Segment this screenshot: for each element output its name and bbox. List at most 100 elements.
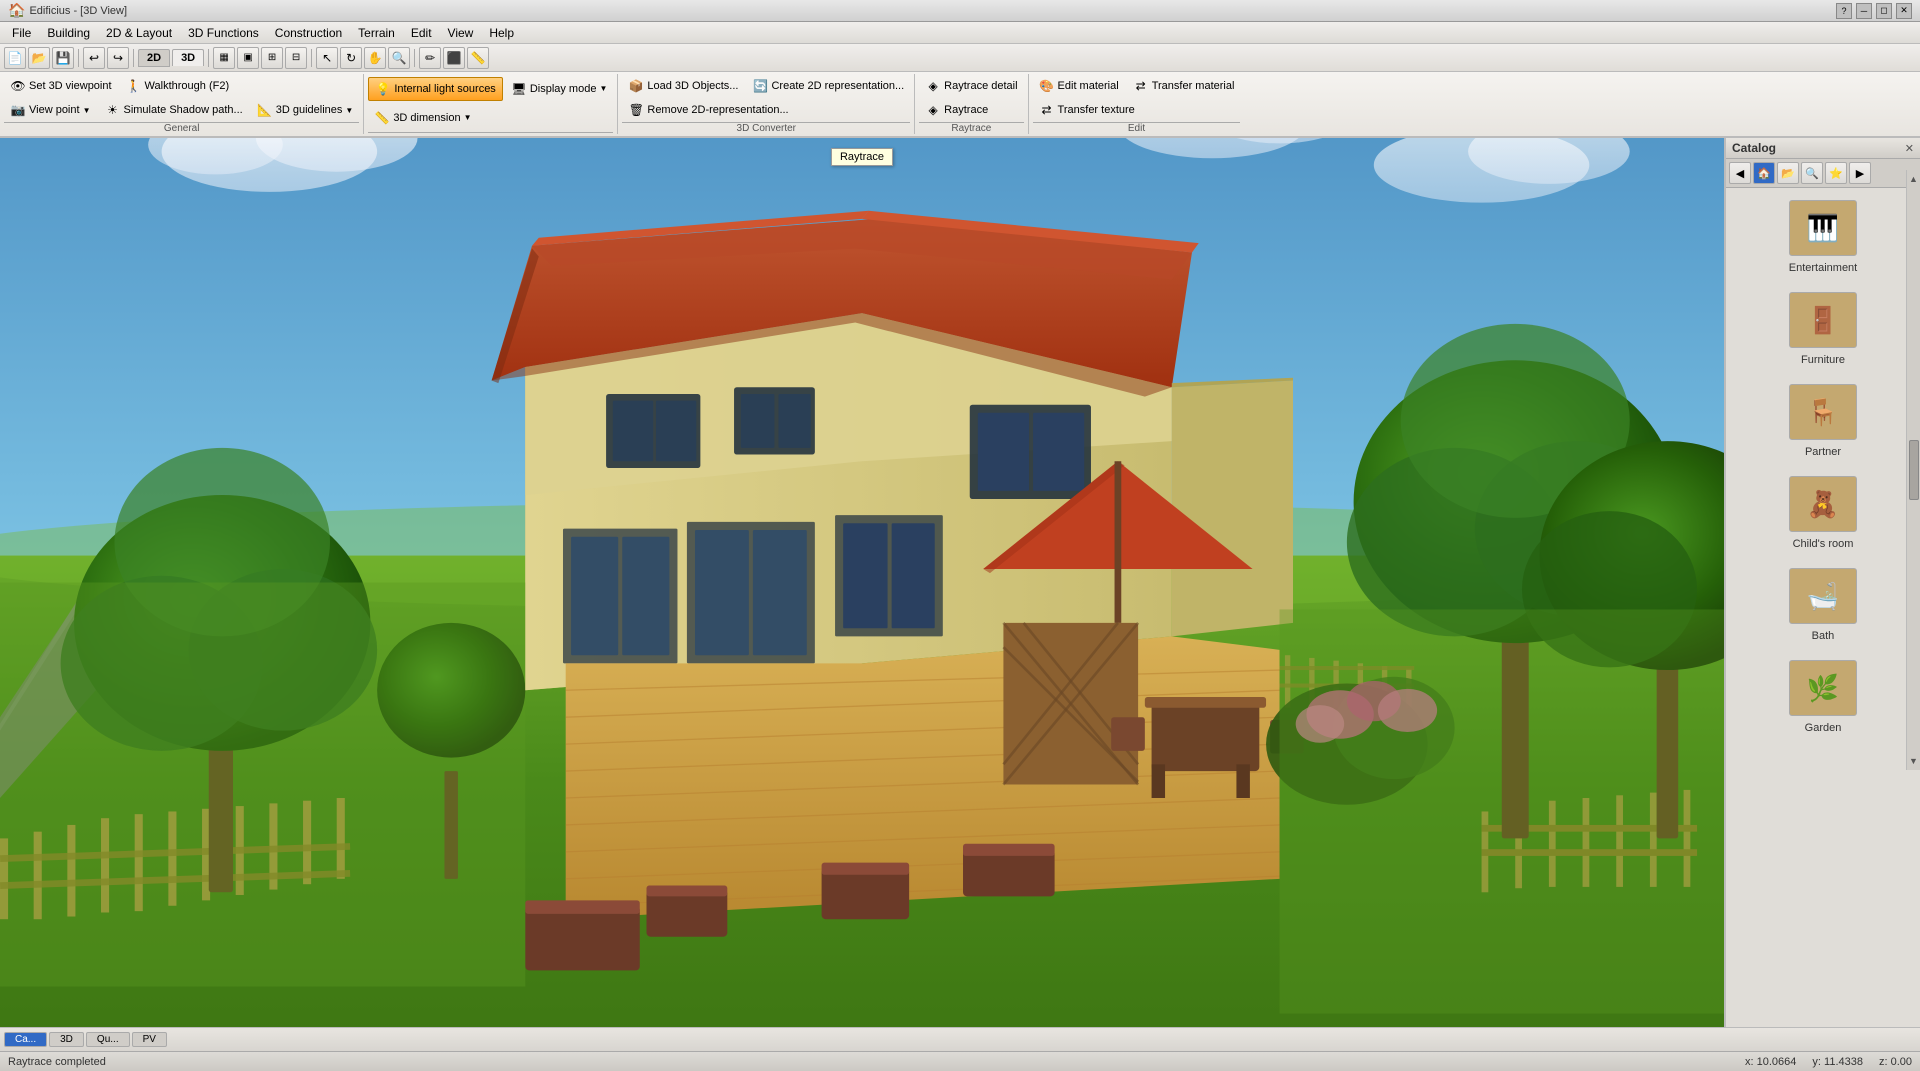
catalog-item-partner[interactable]: 🪑 Partner — [1734, 380, 1912, 462]
titlebar: 🏠 Edificius - [3D View] ? ─ ◻ ✕ — [0, 0, 1920, 22]
catalog-item-childs-room[interactable]: 🧸 Child's room — [1734, 472, 1912, 554]
measure-btn[interactable]: 📏 — [467, 47, 489, 69]
bottom-toolbar: Ca... 3D Qu... PV — [0, 1027, 1920, 1051]
titlebar-title: Edificius - [3D View] — [29, 5, 127, 17]
guidelines-icon: 📐 — [257, 102, 273, 118]
3d-guidelines-btn[interactable]: 📐 3D guidelines ▼ — [251, 98, 360, 122]
bottom-tab-pv[interactable]: PV — [132, 1032, 167, 1047]
catalog-item-bath[interactable]: 🛁 Bath — [1734, 564, 1912, 646]
catalog-back-btn[interactable]: ◀ — [1729, 162, 1751, 184]
display-icon: 🖥 — [511, 81, 527, 97]
catalog-close-icon[interactable]: ✕ — [1905, 142, 1914, 155]
view-split-btn[interactable]: ⊞ — [261, 47, 283, 69]
coord-y: y: 11.4338 — [1812, 1056, 1863, 1068]
scroll-down-arrow[interactable]: ▼ — [1907, 754, 1920, 768]
select-btn[interactable]: ↖ — [316, 47, 338, 69]
garden-label: Garden — [1805, 722, 1842, 734]
catalog-scrollbar[interactable]: ▲ ▼ — [1906, 170, 1920, 770]
help-btn[interactable]: ? — [1836, 3, 1852, 19]
3d-dimension-btn[interactable]: 📏 3D dimension ▼ — [368, 106, 477, 130]
edit-material-btn[interactable]: 🎨 Edit material — [1033, 74, 1125, 98]
transfer-texture-btn[interactable]: ⇄ Transfer texture — [1033, 98, 1141, 122]
display-mode-btn[interactable]: 🖥 Display mode ▼ — [505, 77, 614, 101]
3d-tab[interactable]: 3D — [172, 49, 204, 66]
set-3d-viewpoint-btn[interactable]: 👁 Set 3D viewpoint — [4, 74, 118, 98]
dropdown-arrow-display: ▼ — [599, 84, 607, 93]
bottom-tab-ca[interactable]: Ca... — [4, 1032, 47, 1047]
zoom-btn[interactable]: 🔍 — [388, 47, 410, 69]
pencil-btn[interactable]: ✏ — [419, 47, 441, 69]
scroll-up-arrow[interactable]: ▲ — [1907, 172, 1920, 186]
catalog-item-garden[interactable]: 🌿 Garden — [1734, 656, 1912, 738]
eraser-btn[interactable]: ⬛ — [443, 47, 465, 69]
childs-room-label: Child's room — [1793, 538, 1854, 550]
view-grid-btn[interactable]: ▦ — [213, 47, 235, 69]
menubar: File Building 2D & Layout 3D Functions C… — [0, 22, 1920, 44]
general-label: General — [4, 122, 359, 134]
edit-label: Edit — [1033, 122, 1241, 134]
toolbar-area: 👁 Set 3D viewpoint 🚶 Walkthrough (F2) 📷 … — [0, 72, 1920, 138]
entertainment-label: Entertainment — [1789, 262, 1857, 274]
walkthrough-btn[interactable]: 🚶 Walkthrough (F2) — [120, 74, 236, 98]
catalog-item-entertainment[interactable]: 🎹 Entertainment — [1734, 196, 1912, 278]
view-4-btn[interactable]: ⊟ — [285, 47, 307, 69]
menu-construction[interactable]: Construction — [267, 24, 350, 42]
new-btn[interactable]: 📄 — [4, 47, 26, 69]
bottom-tab-3d[interactable]: 3D — [49, 1032, 84, 1047]
rotate-btn[interactable]: ↻ — [340, 47, 362, 69]
statusbar-coords: x: 10.0664 y: 11.4338 z: 0.00 — [1745, 1056, 1912, 1068]
open-btn[interactable]: 📂 — [28, 47, 50, 69]
catalog-favorites-btn[interactable]: ⭐ — [1825, 162, 1847, 184]
menu-file[interactable]: File — [4, 24, 39, 42]
dropdown-arrow-view: ▼ — [83, 106, 91, 115]
viewport[interactable]: Raytrace — [0, 138, 1724, 1027]
raytrace-icon: ◈ — [925, 102, 941, 118]
menu-help[interactable]: Help — [481, 24, 522, 42]
titlebar-controls[interactable]: ? ─ ◻ ✕ — [1836, 3, 1912, 19]
sep1 — [78, 49, 79, 67]
save-btn[interactable]: 💾 — [52, 47, 74, 69]
create-2d-rep-btn[interactable]: 🔄 Create 2D representation... — [746, 74, 910, 98]
view-single-btn[interactable]: ▣ — [237, 47, 259, 69]
menu-terrain[interactable]: Terrain — [350, 24, 403, 42]
partner-icon: 🪑 — [1789, 384, 1857, 440]
viewpoint-icon: 👁 — [10, 78, 26, 94]
2d-tab[interactable]: 2D — [138, 49, 170, 67]
pan-btn[interactable]: ✋ — [364, 47, 386, 69]
catalog-search-btn[interactable]: 🔍 — [1801, 162, 1823, 184]
raytrace-detail-btn[interactable]: ◈ Raytrace detail — [919, 74, 1023, 98]
viewport-svg — [0, 138, 1724, 1027]
redo-btn[interactable]: ↪ — [107, 47, 129, 69]
scroll-thumb[interactable] — [1909, 440, 1919, 500]
catalog-item-furniture[interactable]: 🚪 Furniture — [1734, 288, 1912, 370]
entertainment-icon: 🎹 — [1789, 200, 1857, 256]
menu-3d-functions[interactable]: 3D Functions — [180, 24, 267, 42]
sep2 — [133, 49, 134, 67]
catalog-category-btn[interactable]: 📂 — [1777, 162, 1799, 184]
raytrace-btn[interactable]: ◈ Raytrace — [919, 98, 994, 122]
load-3d-objects-btn[interactable]: 📦 Load 3D Objects... — [622, 74, 744, 98]
remove-2d-rep-btn[interactable]: 🗑 Remove 2D-representation... — [622, 98, 794, 122]
bottom-tabs: Ca... 3D Qu... PV — [4, 1032, 167, 1047]
menu-2d-layout[interactable]: 2D & Layout — [98, 24, 180, 42]
main-layout: Raytrace Catalog ✕ ◀ 🏠 📂 🔍 ⭐ ▶ 🎹 Enterta… — [0, 138, 1920, 1027]
restore-btn[interactable]: ◻ — [1876, 3, 1892, 19]
menu-building[interactable]: Building — [39, 24, 98, 42]
internal-light-sources-btn[interactable]: 💡 Internal light sources — [368, 77, 503, 101]
bottom-tab-qu[interactable]: Qu... — [86, 1032, 130, 1047]
close-btn[interactable]: ✕ — [1896, 3, 1912, 19]
minimize-btn[interactable]: ─ — [1856, 3, 1872, 19]
converter-label: 3D Converter — [622, 122, 910, 134]
edit-material-icon: 🎨 — [1039, 78, 1055, 94]
catalog-header: Catalog ✕ — [1726, 138, 1920, 159]
menu-view[interactable]: View — [440, 24, 482, 42]
catalog-fwd-btn[interactable]: ▶ — [1849, 162, 1871, 184]
view-point-btn[interactable]: 📷 View point ▼ — [4, 98, 96, 122]
menu-edit[interactable]: Edit — [403, 24, 440, 42]
bath-icon: 🛁 — [1789, 568, 1857, 624]
undo-btn[interactable]: ↩ — [83, 47, 105, 69]
simulate-shadow-btn[interactable]: ☀ Simulate Shadow path... — [98, 98, 248, 122]
catalog-home-btn[interactable]: 🏠 — [1753, 162, 1775, 184]
transfer-material-btn[interactable]: ⇄ Transfer material — [1127, 74, 1241, 98]
sep4 — [311, 49, 312, 67]
